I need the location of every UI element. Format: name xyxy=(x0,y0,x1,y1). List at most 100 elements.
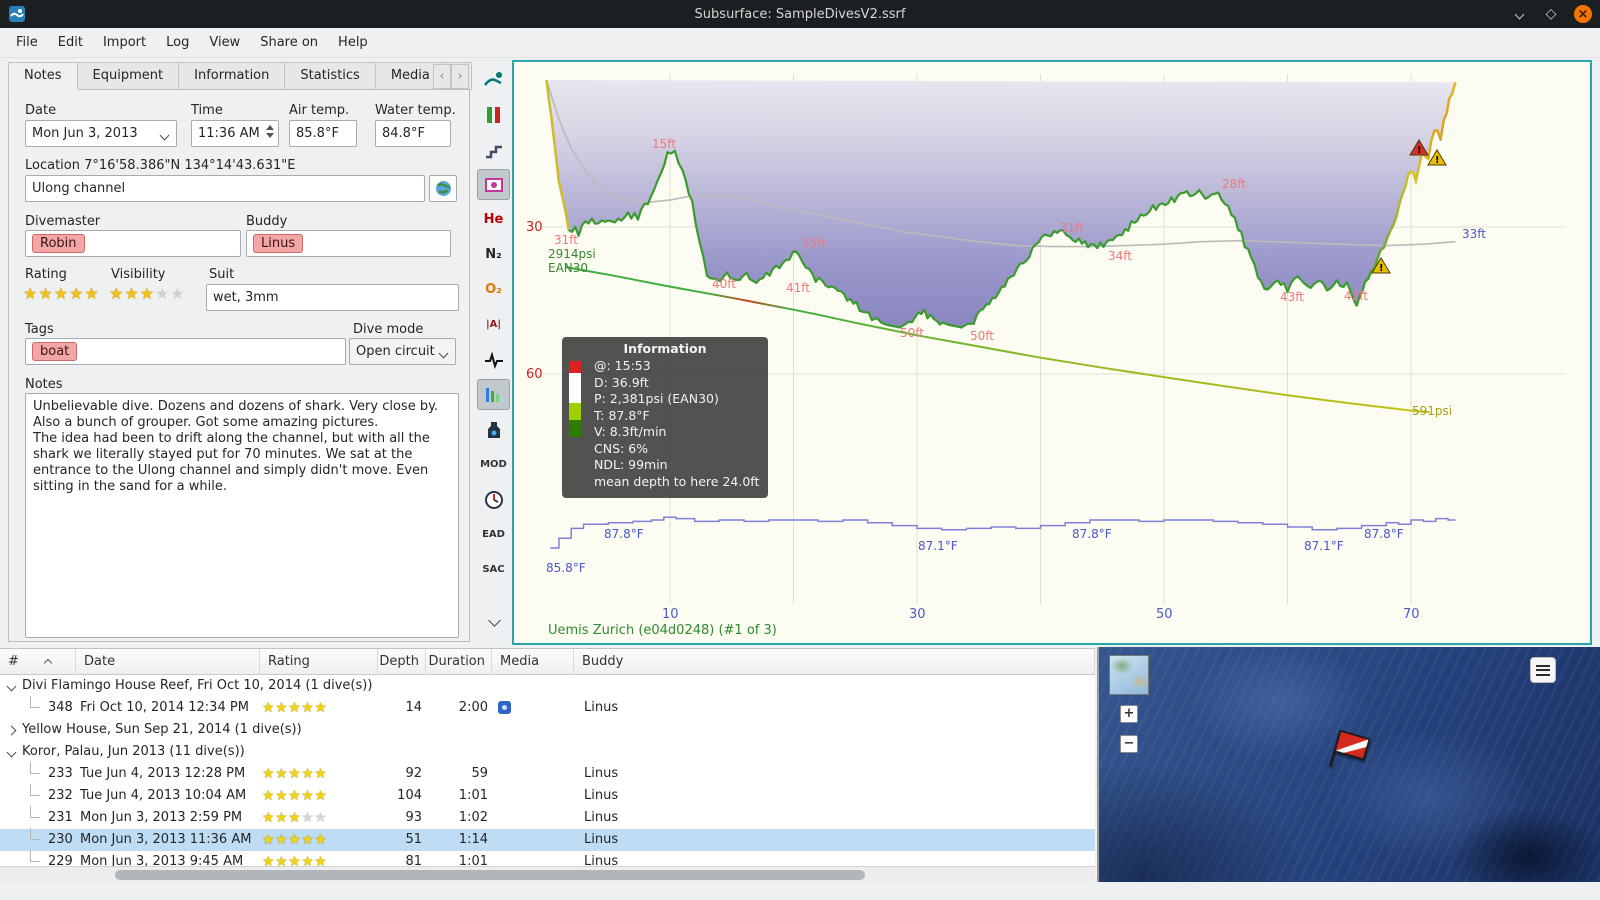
water-temp-field[interactable]: 84.8°F xyxy=(375,120,451,147)
dive-row[interactable]: 230 Mon Jun 3, 2013 11:36 AM ★★★★★ 51 1:14 Li… xyxy=(0,828,1095,851)
sac-button[interactable]: SAC xyxy=(477,554,510,585)
notes-textarea[interactable]: Unbelievable dive. Dozens and dozens of … xyxy=(25,393,459,638)
globe-button[interactable] xyxy=(429,175,457,202)
dive-number: 231 xyxy=(48,810,73,825)
dive-rating: ★★★★★ xyxy=(262,788,328,804)
menu-edit[interactable]: Edit xyxy=(48,30,93,55)
maximize-button[interactable]: ◇ xyxy=(1542,5,1560,23)
map-zoom-in-button[interactable]: + xyxy=(1120,705,1138,723)
menu-help[interactable]: Help xyxy=(328,30,378,55)
svg-text:!: ! xyxy=(1379,263,1384,274)
notes-pane: Date Time Air temp. Water temp. Mon Jun … xyxy=(8,89,470,642)
map-zoom-out-button[interactable]: − xyxy=(1120,735,1138,753)
rating-stars[interactable]: ★★★★★ xyxy=(23,284,100,303)
tab-scroll-left-button[interactable]: ‹ xyxy=(433,64,451,89)
star-icon[interactable]: ★ xyxy=(54,284,69,303)
column-header-depth[interactable]: Depth xyxy=(378,649,426,675)
tag-chip[interactable]: boat xyxy=(32,342,78,361)
ead-button[interactable]: EAD xyxy=(477,519,510,550)
warning-icon[interactable]: ! xyxy=(1427,149,1447,166)
tab-information[interactable]: Information xyxy=(179,62,286,90)
menu-import[interactable]: Import xyxy=(93,30,156,55)
dive-row[interactable]: 348 Fri Oct 10, 2014 12:34 PM ★★★★★ 14 2:00 L… xyxy=(0,696,1095,719)
suit-label: Suit xyxy=(209,267,235,282)
dive-row[interactable]: 233 Tue Jun 4, 2013 12:28 PM ★★★★★ 92 59 Linu… xyxy=(0,762,1095,785)
dc-time-button[interactable] xyxy=(477,484,510,515)
heart-rate-button[interactable] xyxy=(477,344,510,375)
star-icon[interactable]: ★ xyxy=(38,284,53,303)
star-icon[interactable]: ★ xyxy=(109,284,124,303)
dive-list: # Date Rating Depth Duration Media Buddy Divi … xyxy=(0,648,1095,883)
star-icon[interactable]: ★ xyxy=(170,284,185,303)
tags-field[interactable]: boat xyxy=(25,338,346,365)
collapse-toolbar-button[interactable] xyxy=(482,610,506,630)
mod-button[interactable]: MOD xyxy=(477,449,510,480)
time-field[interactable]: 11:36 AM xyxy=(191,120,279,147)
dive-list-header: # Date Rating Depth Duration Media Buddy xyxy=(0,649,1095,675)
menu-log[interactable]: Log xyxy=(156,30,199,55)
column-header-buddy[interactable]: Buddy xyxy=(574,649,1095,675)
star-icon[interactable]: ★ xyxy=(155,284,170,303)
overview-mini-map[interactable] xyxy=(1109,655,1149,695)
star-icon[interactable]: ★ xyxy=(23,284,38,303)
collapse-arrow-icon[interactable] xyxy=(6,747,17,758)
trip-row[interactable]: Koror, Palau, Jun 2013 (11 dive(s)) xyxy=(0,741,1095,763)
location-field[interactable]: Ulong channel xyxy=(25,175,425,202)
column-header-date[interactable]: Date xyxy=(76,649,260,675)
time-spin-up[interactable] xyxy=(266,125,274,130)
tissues-button[interactable] xyxy=(477,379,510,410)
dive-row[interactable]: 231 Mon Jun 3, 2013 2:59 PM ★★★★★ 93 1:02 Lin… xyxy=(0,806,1095,829)
star-icon[interactable]: ★ xyxy=(84,284,99,303)
dive-flag-marker[interactable] xyxy=(1322,724,1377,780)
column-header-duration[interactable]: Duration xyxy=(426,649,492,675)
expand-arrow-icon[interactable] xyxy=(6,725,17,736)
menu-share-on[interactable]: Share on xyxy=(250,30,328,55)
photos-button[interactable] xyxy=(477,169,510,200)
ceiling-steps-button[interactable] xyxy=(477,134,510,165)
tab-equipment[interactable]: Equipment xyxy=(77,62,180,90)
visibility-stars[interactable]: ★★★★★ xyxy=(109,284,186,303)
oxygen-graph-button[interactable]: O₂ xyxy=(477,274,510,305)
horizontal-scrollbar[interactable] xyxy=(0,866,1095,883)
star-icon[interactable]: ★ xyxy=(124,284,139,303)
time-spin-down[interactable] xyxy=(266,133,274,138)
profile-annotation: 591psi xyxy=(1412,404,1452,418)
nitrogen-graph-button[interactable]: N₂ xyxy=(477,239,510,270)
ink-button[interactable] xyxy=(477,414,510,445)
tab-statistics[interactable]: Statistics xyxy=(285,62,376,90)
buddy-field[interactable]: Linus xyxy=(246,230,451,257)
air-pressure-graph-button[interactable]: |A| xyxy=(477,309,510,340)
menu-view[interactable]: View xyxy=(199,30,250,55)
tab-notes[interactable]: Notes xyxy=(8,62,78,90)
scrollbar-thumb[interactable] xyxy=(115,870,865,880)
divemaster-chip[interactable]: Robin xyxy=(32,234,85,253)
swimmer-button[interactable] xyxy=(477,64,510,95)
minimize-button[interactable] xyxy=(1510,5,1528,23)
tab-scroll-right-button[interactable]: › xyxy=(451,64,469,89)
column-header-[interactable]: # xyxy=(0,649,76,675)
helium-graph-button[interactable]: He xyxy=(477,204,510,235)
dive-computer-label: Uemis Zurich (e04d0248) (#1 of 3) xyxy=(548,623,777,638)
menu-file[interactable]: File xyxy=(6,30,48,55)
close-button[interactable]: × xyxy=(1574,5,1592,23)
trip-row[interactable]: Divi Flamingo House Reef, Fri Oct 10, 20… xyxy=(0,675,1095,697)
star-icon[interactable]: ★ xyxy=(69,284,84,303)
map-widget[interactable]: + − xyxy=(1097,647,1600,882)
chevron-down-icon xyxy=(159,130,170,141)
column-header-media[interactable]: Media xyxy=(492,649,574,675)
dive-profile-chart[interactable]: 15ft 28ft 31ft 2914psi EAN30 35ft 31ft 34ft 40ft… xyxy=(512,60,1592,645)
dive-row[interactable]: 232 Tue Jun 4, 2013 10:04 AM ★★★★★ 104 1:01 L… xyxy=(0,784,1095,807)
star-icon[interactable]: ★ xyxy=(140,284,155,303)
gas-bar-button[interactable] xyxy=(477,99,510,130)
air-temp-field[interactable]: 85.8°F xyxy=(289,120,357,147)
suit-field[interactable]: wet, 3mm xyxy=(206,284,459,311)
trip-row[interactable]: Yellow House, Sun Sep 21, 2014 (1 dive(s… xyxy=(0,719,1095,741)
dive-mode-select[interactable]: Open circuit xyxy=(349,338,456,365)
collapse-arrow-icon[interactable] xyxy=(6,681,17,692)
date-field[interactable]: Mon Jun 3, 2013 xyxy=(25,120,177,147)
column-header-rating[interactable]: Rating xyxy=(260,649,378,675)
map-menu-button[interactable] xyxy=(1530,657,1556,683)
buddy-chip[interactable]: Linus xyxy=(253,234,304,253)
media-icon[interactable] xyxy=(498,701,511,714)
divemaster-field[interactable]: Robin xyxy=(25,230,241,257)
